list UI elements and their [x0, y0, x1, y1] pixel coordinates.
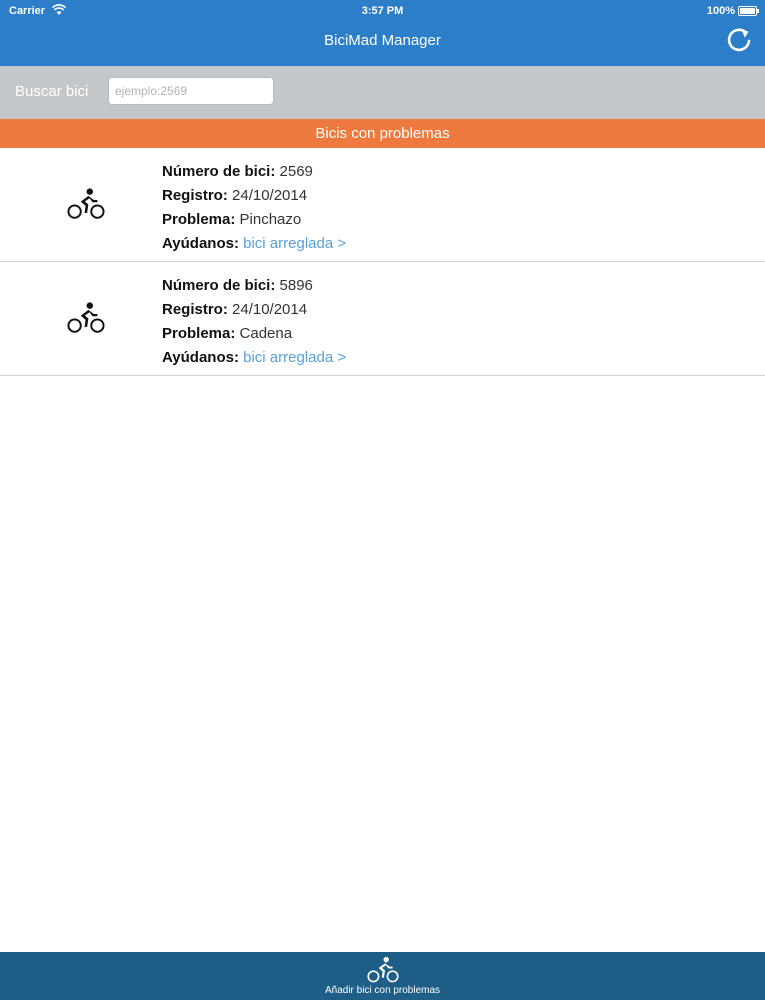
bike-registro-line: Registro: 24/10/2014: [162, 298, 346, 322]
problema-label: Problema:: [162, 325, 236, 342]
bike-problema-line: Problema: Cadena: [162, 322, 346, 346]
bike-details: Número de bici: 5896 Registro: 24/10/201…: [162, 274, 346, 370]
bike-number: 5896: [279, 277, 313, 294]
cyclist-icon: [67, 299, 105, 337]
registro-label: Registro:: [162, 301, 228, 318]
cyclist-icon: [67, 185, 105, 223]
bike-list: Número de bici: 2569 Registro: 24/10/201…: [0, 148, 765, 376]
problema-value: Pinchazo: [239, 211, 302, 228]
tab-bar: Añadir bici con problemas: [0, 952, 765, 1000]
bike-number-line: Número de bici: 2569: [162, 160, 346, 184]
search-bar: Buscar bici: [0, 66, 765, 119]
battery-percentage: 100%: [706, 5, 735, 17]
cyclist-icon: [367, 956, 399, 984]
bike-registro-line: Registro: 24/10/2014: [162, 184, 346, 208]
refresh-icon[interactable]: [725, 27, 753, 55]
bike-problema-line: Problema: Pinchazo: [162, 208, 346, 232]
bike-fixed-link[interactable]: bici arreglada >: [243, 349, 346, 366]
status-time: 3:57 PM: [361, 5, 404, 17]
problema-value: Cadena: [239, 325, 293, 342]
tab-add-bike[interactable]: Añadir bici con problemas: [0, 952, 765, 1000]
bike-number-label: Número de bici:: [162, 163, 276, 180]
section-header: Bicis con problemas: [0, 119, 765, 148]
bike-details: Número de bici: 2569 Registro: 24/10/201…: [162, 160, 346, 256]
bike-number: 2569: [279, 163, 313, 180]
battery-icon: [738, 6, 759, 16]
nav-bar: Carrier 3:57 PM 100% BiciMad Manager: [0, 0, 765, 66]
battery-level: [740, 8, 755, 14]
bike-number-label: Número de bici:: [162, 277, 276, 294]
search-input[interactable]: [108, 77, 274, 105]
problema-label: Problema:: [162, 211, 236, 228]
bike-ayuda-line: Ayúdanos: bici arreglada >: [162, 232, 346, 256]
list-item: Número de bici: 5896 Registro: 24/10/201…: [0, 262, 765, 376]
registro-label: Registro:: [162, 187, 228, 204]
tab-add-bike-label: Añadir bici con problemas: [324, 985, 441, 996]
status-bar: Carrier 3:57 PM 100%: [0, 0, 765, 22]
registro-date: 24/10/2014: [232, 301, 308, 318]
bike-fixed-link[interactable]: bici arreglada >: [243, 235, 346, 252]
registro-date: 24/10/2014: [232, 187, 308, 204]
bike-ayuda-line: Ayúdanos: bici arreglada >: [162, 346, 346, 370]
bike-number-line: Número de bici: 5896: [162, 274, 346, 298]
nav-title: BiciMad Manager: [324, 32, 441, 49]
search-label: Buscar bici: [15, 83, 89, 100]
ayuda-label: Ayúdanos:: [162, 235, 239, 252]
ayuda-label: Ayúdanos:: [162, 349, 239, 366]
list-item: Número de bici: 2569 Registro: 24/10/201…: [0, 148, 765, 262]
